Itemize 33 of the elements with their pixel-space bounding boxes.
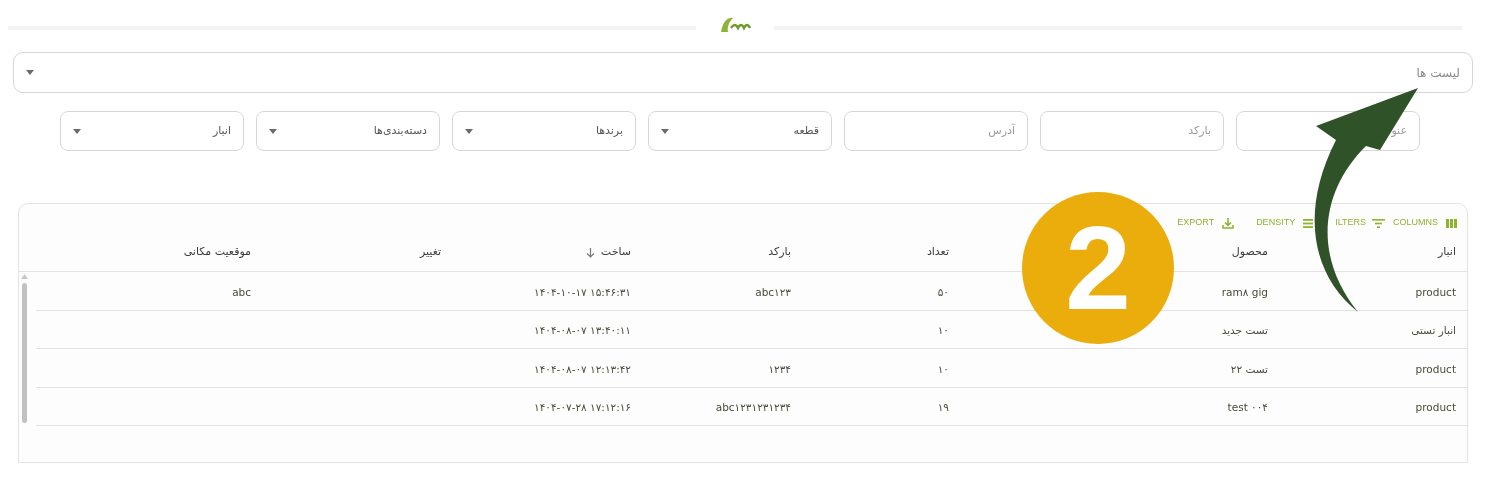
dropdown-field[interactable]: انبار xyxy=(60,111,244,151)
table-cell: product xyxy=(1415,401,1456,414)
table-cell: انبار تستی xyxy=(1411,324,1456,337)
table-cell: تست ۲۲ xyxy=(1230,362,1268,375)
list-select[interactable]: لیست ها xyxy=(13,52,1473,93)
table-cell: ۱۴۰۴-۰۷-۲۸ ۱۷:۱۲:۱۶ xyxy=(534,401,631,414)
table-cell: ۱۹ xyxy=(937,401,949,414)
table-cell: ۱۲۳۴ xyxy=(768,362,791,375)
table-cell: ram۸ gig xyxy=(1221,285,1268,298)
dropdown-field[interactable]: دسته‌بندی‌ها xyxy=(256,111,440,151)
column-header[interactable]: موقعیت مکانی xyxy=(183,244,251,261)
column-header[interactable]: تعداد xyxy=(926,244,949,261)
table-cell: test ۰۰۴ xyxy=(1227,401,1268,414)
table-cell: abc xyxy=(232,285,251,298)
dropdown-field[interactable]: قطعه xyxy=(648,111,832,151)
table-cell: ۱۰ xyxy=(937,324,949,337)
column-header[interactable]: انبار xyxy=(1437,244,1456,261)
table-cell: abc۱۲۳ xyxy=(755,285,791,298)
table-cell: ۱۴۰۴-۱۰-۱۷ ۱۵:۴۶:۳۱ xyxy=(534,285,631,298)
table-cell: abc۱۲۳۱۲۳۱۲۳۴ xyxy=(715,401,791,414)
table-cell: ۱۴۰۴-۰۸-۰۷ ۱۳:۴۰:۱۱ xyxy=(534,324,631,337)
table-cell: product xyxy=(1415,285,1456,298)
column-header[interactable]: ساخت xyxy=(600,244,631,261)
table-cell: ۱۴۰۴-۰۸-۰۷ ۱۲:۱۳:۴۲ xyxy=(534,362,631,375)
table-cell: ۵۰ xyxy=(937,285,949,298)
column-header[interactable]: محصول xyxy=(1231,244,1268,261)
dropdown-field[interactable]: برندها xyxy=(452,111,636,151)
table-cell: ۱۰ xyxy=(937,362,949,375)
table-cell: تست جدید xyxy=(1221,324,1268,337)
table-cell: product xyxy=(1415,362,1456,375)
step-number: 2 xyxy=(1065,209,1131,327)
column-header[interactable]: بارکد xyxy=(768,244,791,261)
column-header[interactable]: تغییر xyxy=(419,244,441,261)
